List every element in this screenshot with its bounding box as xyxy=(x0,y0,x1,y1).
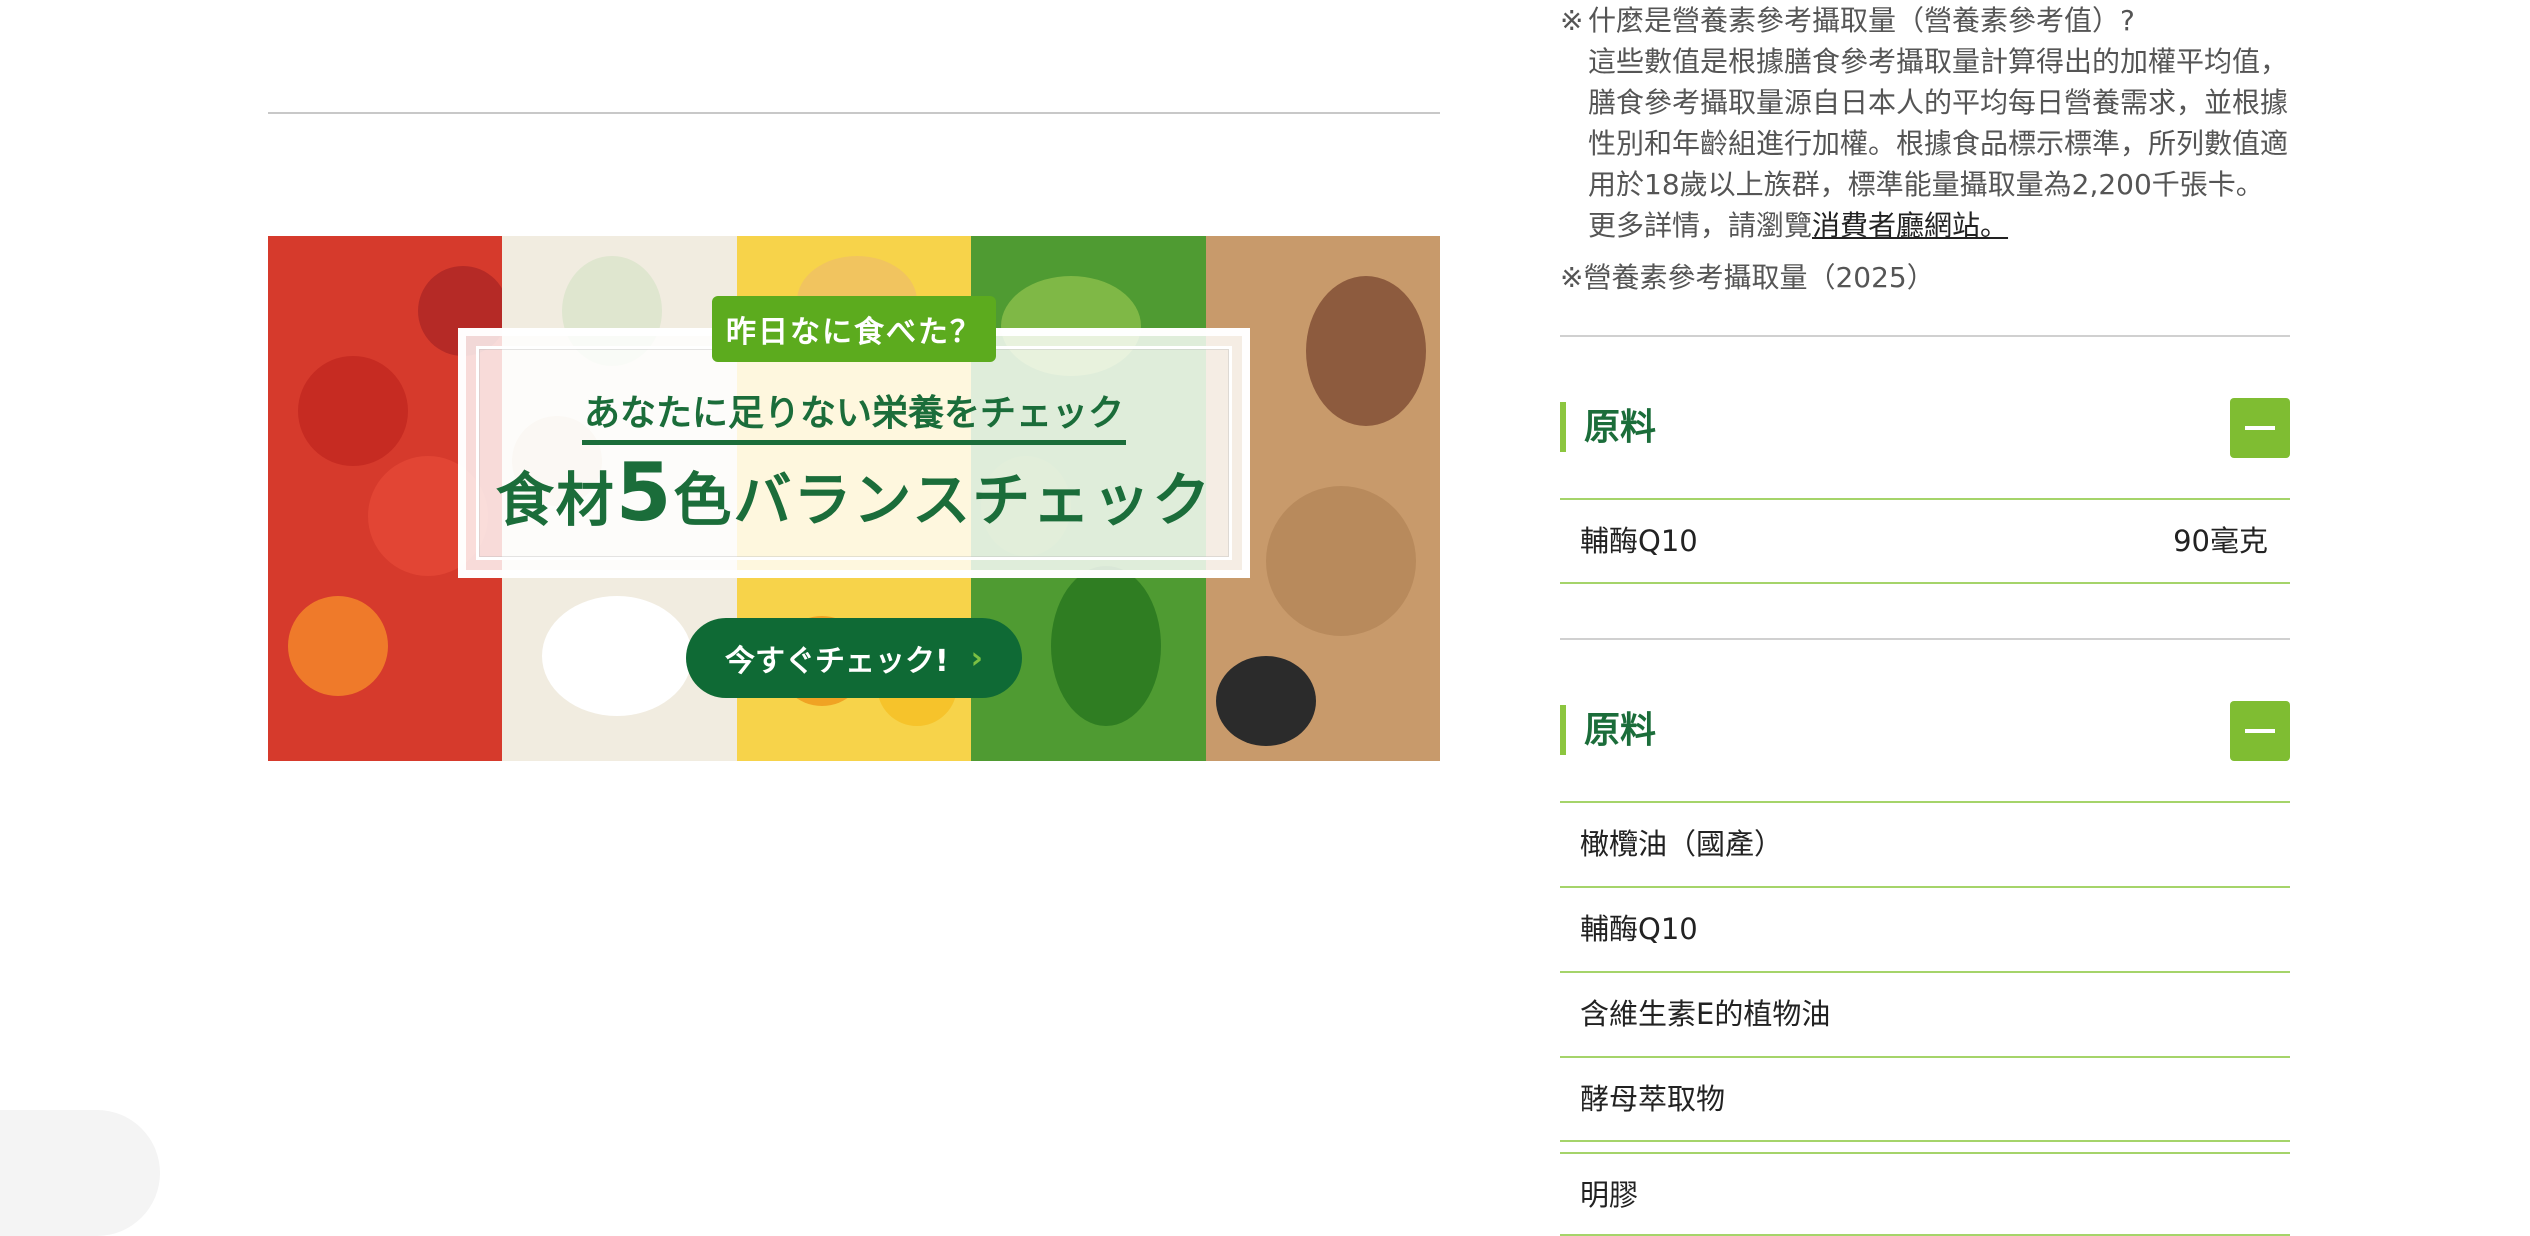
divider xyxy=(1560,335,2290,337)
list-item: 明膠 xyxy=(1560,1152,2290,1236)
nutrition-reference-source: ※營養素參考攝取量（2025） xyxy=(1560,261,1935,294)
floating-widget[interactable] xyxy=(0,1110,160,1236)
check-now-button[interactable]: 今すぐチェック! › xyxy=(686,618,1022,698)
banner-subtitle: あなたに足りない栄養をチェック xyxy=(268,384,1440,445)
list-item: 酵母萃取物 xyxy=(1560,1056,2290,1140)
list-item: 橄欖油（國產） xyxy=(1560,801,2290,885)
table-row: 輔酶Q10 90毫克 xyxy=(1560,498,2290,582)
list-item: 含維生素E的植物油 xyxy=(1560,971,2290,1055)
minus-icon[interactable] xyxy=(2230,701,2290,761)
divider xyxy=(1560,638,2290,640)
page: 昨日なに食べた？ あなたに足りない栄養をチェック 食材5色バランスチェック 今す… xyxy=(0,0,2530,1236)
list-item: 輔酶Q10 xyxy=(1560,886,2290,970)
divider xyxy=(268,112,1440,114)
minus-icon[interactable] xyxy=(2230,398,2290,458)
banner-title: 食材5色バランスチェック xyxy=(495,446,1213,539)
chevron-right-icon: › xyxy=(970,640,984,676)
food-balance-check-banner[interactable]: 昨日なに食べた？ あなたに足りない栄養をチェック 食材5色バランスチェック 今す… xyxy=(268,236,1440,761)
ingredients-section-header: 原料 xyxy=(1560,396,2290,460)
ingredients-section-header: 原料 xyxy=(1560,699,2290,763)
banner-tag: 昨日なに食べた？ xyxy=(712,296,996,362)
nutrition-reference-note: ※ 什麼是營養素參考攝取量（營養素參考值）? 這些數值是根據膳食參考攝取量計算得出… xyxy=(1560,4,2289,242)
consumer-agency-link[interactable]: 消費者廳網站。 xyxy=(1812,209,2008,242)
